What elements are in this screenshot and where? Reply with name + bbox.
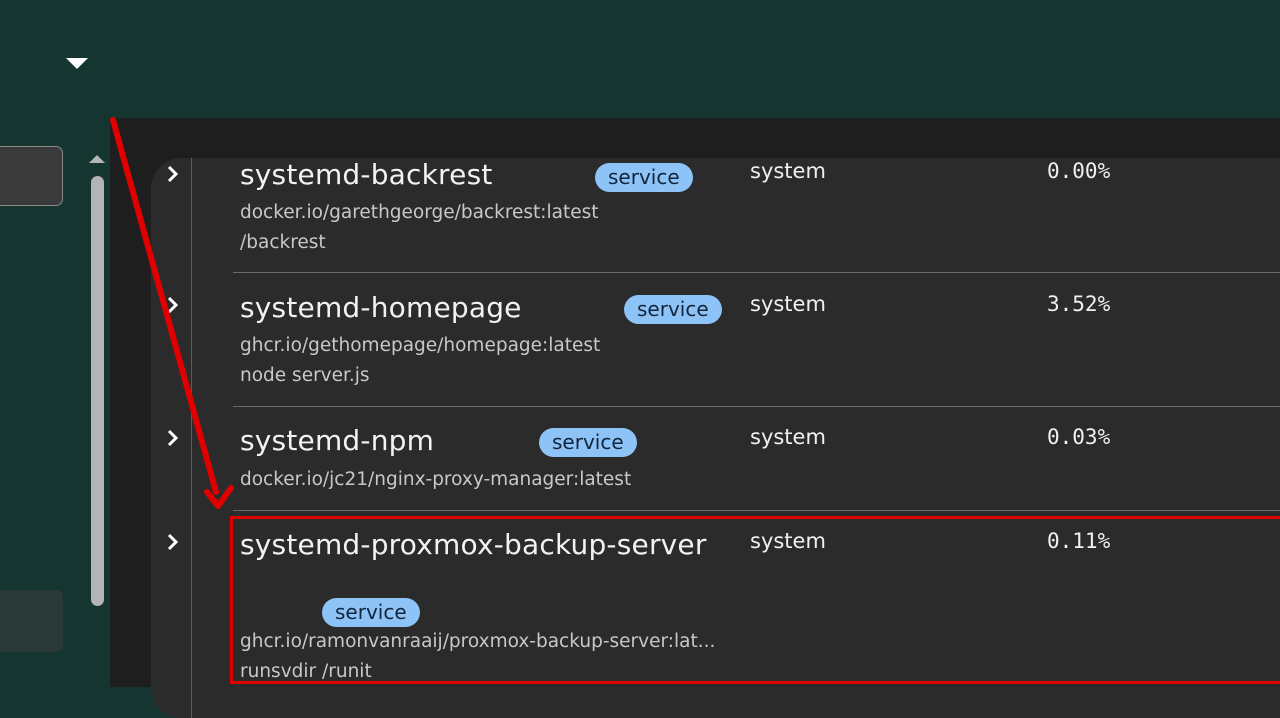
container-cpu: 0.11%	[1047, 529, 1111, 553]
top-bar	[0, 0, 1280, 118]
sidebar-panel[interactable]	[0, 590, 63, 652]
container-image: docker.io/garethgeorge/backrest:latest	[240, 202, 599, 223]
container-command: /backrest	[240, 232, 326, 253]
container-command: runsvdir /runit	[240, 661, 372, 682]
service-badge: service	[322, 598, 420, 627]
container-name[interactable]: systemd-npm	[240, 424, 434, 457]
container-owner: system	[750, 292, 826, 316]
row-divider	[233, 510, 1280, 511]
container-cpu: 0.03%	[1047, 425, 1111, 449]
caret-down-icon[interactable]	[64, 55, 90, 71]
tree-line	[191, 158, 192, 718]
service-badge: service	[595, 163, 693, 192]
service-badge: service	[539, 428, 637, 457]
container-name[interactable]: systemd-backrest	[240, 158, 493, 191]
container-cpu: 3.52%	[1047, 292, 1111, 316]
container-name[interactable]: systemd-homepage	[240, 291, 522, 324]
container-owner: system	[750, 425, 826, 449]
sidebar-input[interactable]	[0, 146, 63, 206]
container-owner: system	[750, 159, 826, 183]
containers-card: systemd-backrest service docker.io/garet…	[151, 158, 1280, 718]
scrollbar-thumb[interactable]	[91, 176, 104, 606]
expand-chevron-icon[interactable]	[164, 163, 182, 185]
expand-chevron-icon[interactable]	[164, 294, 182, 316]
container-image: docker.io/jc21/nginx-proxy-manager:lates…	[240, 469, 632, 490]
row-divider	[233, 272, 1280, 273]
container-image: ghcr.io/gethomepage/homepage:latest	[240, 335, 601, 356]
container-name[interactable]: systemd-proxmox-backup-server	[240, 528, 707, 561]
container-owner: system	[750, 529, 826, 553]
container-image: ghcr.io/ramonvanraaij/proxmox-backup-ser…	[240, 631, 716, 652]
expand-chevron-icon[interactable]	[164, 427, 182, 449]
scroll-up-arrow-icon[interactable]	[88, 153, 106, 165]
left-pane	[0, 118, 110, 687]
container-command: node server.js	[240, 365, 370, 386]
container-cpu: 0.00%	[1047, 159, 1111, 183]
service-badge: service	[624, 295, 722, 324]
row-divider	[233, 406, 1280, 407]
expand-chevron-icon[interactable]	[164, 531, 182, 553]
